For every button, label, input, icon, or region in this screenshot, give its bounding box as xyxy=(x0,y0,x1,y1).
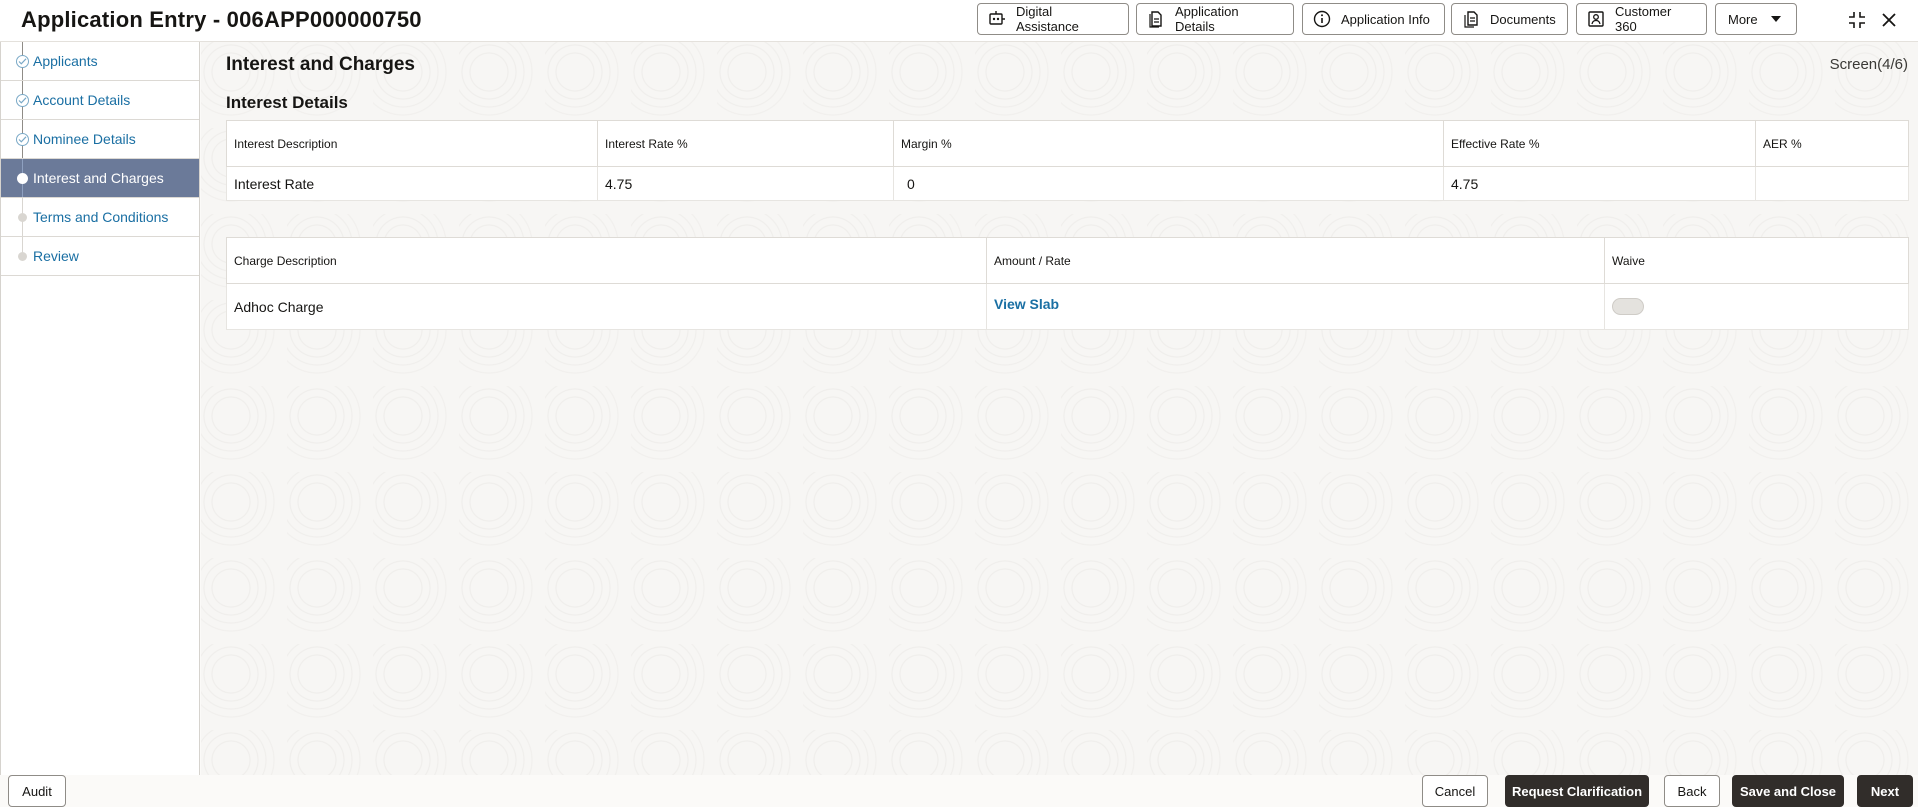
sidebar-step-interest-and-charges[interactable]: Interest and Charges xyxy=(1,159,199,198)
sidebar-step-label: Applicants xyxy=(33,53,98,69)
column-header: Interest Rate % xyxy=(597,120,894,167)
table-cell: Interest Rate xyxy=(226,166,598,201)
table-cell xyxy=(1755,166,1909,201)
back-button[interactable]: Back xyxy=(1664,775,1720,807)
sidebar-step-review[interactable]: Review xyxy=(1,237,199,276)
request-clarification-button[interactable]: Request Clarification xyxy=(1505,775,1649,807)
table-cell: 4.75 xyxy=(1443,166,1756,201)
application-details-label: Application Details xyxy=(1175,4,1239,34)
pending-step-dot-icon xyxy=(18,252,27,261)
column-header: Margin % xyxy=(893,120,1444,167)
sidebar-step-terms-and-conditions[interactable]: Terms and Conditions xyxy=(1,198,199,237)
charges-table: Charge Description Amount / Rate Waive A… xyxy=(226,237,1909,330)
sidebar-step-account-details[interactable]: Account Details xyxy=(1,81,199,120)
sidebar-step-label: Interest and Charges xyxy=(33,170,164,186)
next-button[interactable]: Next xyxy=(1857,775,1913,807)
application-details-button[interactable]: Application Details xyxy=(1136,3,1294,35)
main-content: Interest and Charges Screen(4/6) Interes… xyxy=(201,42,1918,775)
waive-toggle[interactable] xyxy=(1612,298,1644,316)
table-cell: View Slab xyxy=(986,283,1605,330)
interest-details-heading: Interest Details xyxy=(226,93,348,112)
column-header: Interest Description xyxy=(226,120,598,167)
column-header: AER % xyxy=(1755,120,1909,167)
robot-icon xyxy=(988,10,1006,28)
more-button[interactable]: More xyxy=(1715,3,1797,35)
sidebar-step-nominee-details[interactable]: Nominee Details xyxy=(1,120,199,159)
table-cell xyxy=(1604,283,1909,330)
sidebar-step-label: Terms and Conditions xyxy=(33,209,169,225)
table-cell: 0 xyxy=(893,166,1444,201)
customer-360-label: Customer 360 xyxy=(1615,4,1672,34)
document-icon xyxy=(1147,10,1165,28)
table-row: Interest Rate 4.75 0 4.75 xyxy=(226,166,1909,201)
table-cell: 4.75 xyxy=(597,166,894,201)
collapse-icon[interactable] xyxy=(1845,8,1869,32)
pending-step-dot-icon xyxy=(18,213,27,222)
table-header-row: Interest Description Interest Rate % Mar… xyxy=(226,120,1909,167)
customer-360-button[interactable]: Customer 360 xyxy=(1576,3,1707,35)
close-icon[interactable] xyxy=(1877,8,1901,32)
train-stop-sidebar: Applicants Account Details Nominee Detai… xyxy=(0,42,200,775)
sidebar-step-label: Account Details xyxy=(33,92,131,108)
table-header-row: Charge Description Amount / Rate Waive xyxy=(226,237,1909,284)
screen-counter: Screen(4/6) xyxy=(1829,56,1908,73)
check-circle-icon xyxy=(16,94,29,107)
save-and-close-button[interactable]: Save and Close xyxy=(1732,775,1844,807)
footer-bar: Audit Cancel Request Clarification Back … xyxy=(0,775,1918,807)
view-slab-link[interactable]: View Slab xyxy=(994,296,1059,312)
cancel-button[interactable]: Cancel xyxy=(1422,775,1488,807)
application-info-button[interactable]: Application Info xyxy=(1302,3,1445,35)
documents-icon xyxy=(1462,10,1480,28)
audit-button[interactable]: Audit xyxy=(8,775,66,807)
sidebar-step-applicants[interactable]: Applicants xyxy=(1,42,199,81)
info-icon xyxy=(1313,10,1331,28)
check-circle-icon xyxy=(16,133,29,146)
column-header: Effective Rate % xyxy=(1443,120,1756,167)
column-header: Waive xyxy=(1604,237,1909,284)
sidebar-step-label: Nominee Details xyxy=(33,131,136,147)
sidebar-step-label: Review xyxy=(33,248,79,264)
column-header: Charge Description xyxy=(226,237,987,284)
section-heading: Interest and Charges xyxy=(226,54,415,75)
more-label: More xyxy=(1728,11,1758,27)
interest-details-table: Interest Description Interest Rate % Mar… xyxy=(226,120,1909,201)
table-cell: Adhoc Charge xyxy=(226,283,987,330)
contact-card-icon xyxy=(1587,10,1605,28)
application-info-label: Application Info xyxy=(1341,11,1430,27)
caret-down-icon xyxy=(1770,15,1782,23)
check-circle-icon xyxy=(16,55,29,68)
page-title: Application Entry - 006APP000000750 xyxy=(21,7,422,32)
current-step-dot-icon xyxy=(17,173,28,184)
digital-assistance-label: Digital Assistance xyxy=(1016,4,1079,34)
table-row: Adhoc Charge View Slab xyxy=(226,283,1909,330)
app-header: Application Entry - 006APP000000750 Digi… xyxy=(0,0,1918,42)
documents-label: Documents xyxy=(1490,11,1556,27)
documents-button[interactable]: Documents xyxy=(1451,3,1568,35)
column-header: Amount / Rate xyxy=(986,237,1605,284)
digital-assistance-button[interactable]: Digital Assistance xyxy=(977,3,1129,35)
